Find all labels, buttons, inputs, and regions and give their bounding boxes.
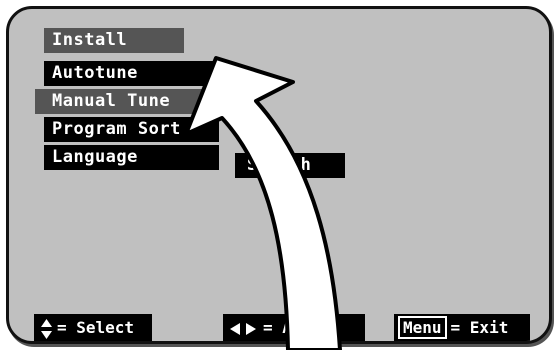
hint-exit: Menu = Exit [394, 314, 530, 341]
hint-select: = Select [34, 314, 152, 341]
hint-exit-label: = Exit [450, 318, 509, 337]
up-down-triangle-icon [41, 318, 52, 339]
menu-item-language[interactable]: Language [44, 145, 219, 170]
hint-adjust: = Adjust [223, 314, 365, 341]
menu-title: Install [44, 28, 184, 53]
menu-item-program-sort[interactable]: Program Sort [44, 117, 219, 142]
tv-screen: Install Autotune Manual Tune Program Sor… [6, 6, 552, 344]
hint-adjust-label: = Adjust [263, 318, 341, 337]
submenu-item-search[interactable]: Search [235, 153, 345, 178]
menu-key[interactable]: Menu [398, 316, 447, 339]
left-right-triangle-icon [230, 322, 256, 335]
menu-item-autotune[interactable]: Autotune [44, 61, 219, 86]
hint-select-label: = Select [57, 318, 135, 337]
tv-menu-stage: Install Autotune Manual Tune Program Sor… [0, 0, 558, 350]
menu-item-manual-tune[interactable]: Manual Tune [35, 89, 219, 114]
